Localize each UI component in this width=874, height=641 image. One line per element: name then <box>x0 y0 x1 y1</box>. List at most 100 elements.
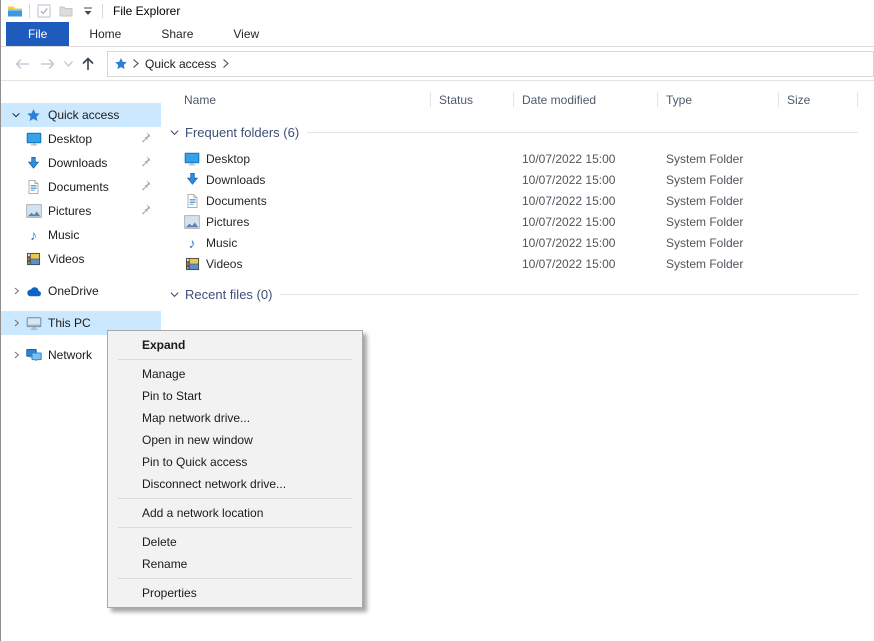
documents-icon <box>25 179 42 195</box>
column-header-type[interactable]: Type <box>658 88 779 112</box>
onedrive-icon <box>25 283 42 299</box>
chevron-spacer <box>7 131 25 147</box>
menu-item-add-a-network-location[interactable]: Add a network location <box>108 502 362 524</box>
group-rule <box>280 294 858 295</box>
context-menu: Expand ManagePin to StartMap network driv… <box>107 330 363 608</box>
file-row-pictures[interactable]: Pictures10/07/2022 15:00System Folder <box>161 211 874 232</box>
chevron-down-icon[interactable] <box>169 289 180 300</box>
menu-item-disconnect-network-drive[interactable]: Disconnect network drive... <box>108 473 362 495</box>
file-type: System Folder <box>658 173 779 187</box>
sidebar-item-onedrive[interactable]: OneDrive <box>1 279 161 303</box>
downloads-icon <box>25 155 42 171</box>
sidebar-item-label: OneDrive <box>48 284 161 298</box>
menu-item-properties[interactable]: Properties <box>108 582 362 604</box>
chevron-down-icon[interactable] <box>7 107 25 123</box>
sidebar-item-downloads[interactable]: Downloads <box>1 151 161 175</box>
sidebar-item-label: This PC <box>48 316 161 330</box>
pin-icon[interactable] <box>139 179 155 195</box>
file-type: System Folder <box>658 257 779 271</box>
title-bar: File Explorer <box>1 0 874 22</box>
file-row-desktop[interactable]: Desktop10/07/2022 15:00System Folder <box>161 148 874 169</box>
breadcrumb-chevron-icon[interactable] <box>132 59 139 68</box>
group-label: Frequent folders (6) <box>185 125 299 140</box>
properties-check-icon[interactable] <box>36 3 52 19</box>
recent-locations-icon[interactable] <box>61 52 75 76</box>
menu-separator <box>118 359 352 360</box>
chevron-spacer <box>7 227 25 243</box>
this-pc-icon <box>25 315 42 331</box>
quick-access-star-icon <box>114 57 128 71</box>
file-date-modified: 10/07/2022 15:00 <box>514 152 658 166</box>
music-icon: ♪ <box>184 235 200 251</box>
pictures-icon <box>25 203 42 219</box>
menu-separator <box>118 527 352 528</box>
file-explorer-window: File Explorer FileHomeShareView Quick ac… <box>0 0 874 641</box>
network-icon <box>25 347 42 363</box>
chevron-spacer <box>7 155 25 171</box>
sidebar-item-label: Videos <box>48 252 161 266</box>
window-title: File Explorer <box>113 4 180 18</box>
sidebar-item-label: Pictures <box>48 204 139 218</box>
videos-icon <box>25 251 42 267</box>
up-icon[interactable] <box>75 52 101 76</box>
back-icon[interactable] <box>9 52 35 76</box>
menu-item-manage[interactable]: Manage <box>108 363 362 385</box>
file-row-downloads[interactable]: Downloads10/07/2022 15:00System Folder <box>161 169 874 190</box>
file-name: Desktop <box>161 151 431 167</box>
pin-icon[interactable] <box>139 155 155 171</box>
menu-item-open-in-new-window[interactable]: Open in new window <box>108 429 362 451</box>
sidebar-item-quick-access[interactable]: Quick access <box>1 103 161 127</box>
documents-icon <box>184 193 200 209</box>
menu-item-pin-to-quick-access[interactable]: Pin to Quick access <box>108 451 362 473</box>
menu-item-pin-to-start[interactable]: Pin to Start <box>108 385 362 407</box>
file-name: ♪Music <box>161 235 431 251</box>
chevron-spacer <box>7 203 25 219</box>
chevron-down-icon[interactable] <box>169 127 180 138</box>
menu-item-expand[interactable]: Expand <box>108 334 362 356</box>
breadcrumb-chevron-icon[interactable] <box>222 59 229 68</box>
forward-icon[interactable] <box>35 52 61 76</box>
group-header-frequent-folders-6[interactable]: Frequent folders (6) <box>169 122 858 142</box>
pin-icon[interactable] <box>139 203 155 219</box>
menu-separator <box>118 498 352 499</box>
tab-view[interactable]: View <box>213 22 279 46</box>
toolbar-divider <box>102 4 103 18</box>
star-icon <box>25 107 42 123</box>
tab-home[interactable]: Home <box>69 22 141 46</box>
sidebar-item-documents[interactable]: Documents <box>1 175 161 199</box>
file-row-documents[interactable]: Documents10/07/2022 15:00System Folder <box>161 190 874 211</box>
file-date-modified: 10/07/2022 15:00 <box>514 236 658 250</box>
column-header-size[interactable]: Size <box>779 88 858 112</box>
group-rule <box>307 132 858 133</box>
file-name: Videos <box>161 256 431 272</box>
file-row-music[interactable]: ♪Music10/07/2022 15:00System Folder <box>161 232 874 253</box>
column-header-date-modified[interactable]: Date modified <box>514 88 658 112</box>
desktop-icon <box>184 151 200 167</box>
group-header-recent-files-0[interactable]: Recent files (0) <box>169 284 858 304</box>
chevron-right-icon[interactable] <box>7 315 25 331</box>
sidebar-item-desktop[interactable]: Desktop <box>1 127 161 151</box>
tab-share[interactable]: Share <box>141 22 213 46</box>
chevron-right-icon[interactable] <box>7 347 25 363</box>
address-input[interactable]: Quick access <box>107 51 874 77</box>
new-folder-icon[interactable] <box>58 3 74 19</box>
tab-file[interactable]: File <box>6 22 69 46</box>
column-header-name[interactable]: Name <box>161 88 431 112</box>
pin-icon[interactable] <box>139 131 155 147</box>
sidebar-item-music[interactable]: ♪Music <box>1 223 161 247</box>
menu-item-map-network-drive[interactable]: Map network drive... <box>108 407 362 429</box>
sidebar-item-pictures[interactable]: Pictures <box>1 199 161 223</box>
menu-item-rename[interactable]: Rename <box>108 553 362 575</box>
sidebar-item-videos[interactable]: Videos <box>1 247 161 271</box>
column-header-status[interactable]: Status <box>431 88 514 112</box>
file-row-videos[interactable]: Videos10/07/2022 15:00System Folder <box>161 253 874 274</box>
breadcrumb-location[interactable]: Quick access <box>143 57 218 71</box>
file-name: Pictures <box>161 214 431 230</box>
chevron-right-icon[interactable] <box>7 283 25 299</box>
file-type: System Folder <box>658 215 779 229</box>
desktop-icon <box>25 131 42 147</box>
file-name: Documents <box>161 193 431 209</box>
menu-item-delete[interactable]: Delete <box>108 531 362 553</box>
customize-quick-access-toolbar-icon[interactable] <box>80 3 96 19</box>
sidebar-item-label: Desktop <box>48 132 139 146</box>
